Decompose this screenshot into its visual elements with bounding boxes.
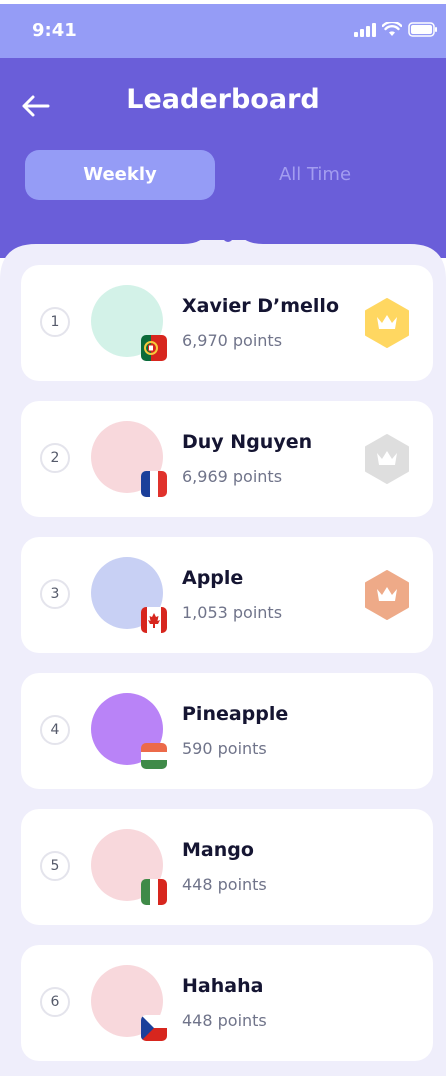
player-name: Apple — [182, 567, 244, 589]
rank-number: 4 — [40, 715, 70, 745]
player-points: 1,053 points — [182, 603, 283, 622]
status-bar: 9:41 — [0, 4, 446, 58]
signal-icon — [354, 22, 376, 37]
player-name: Pineapple — [182, 703, 289, 725]
leaderboard-screen: 9:41 Leaderboard Weekly All Time 1 Xavie… — [0, 0, 446, 1076]
rank-number: 2 — [40, 443, 70, 473]
silver-crown-badge-icon — [365, 434, 409, 484]
page-title: Leaderboard — [126, 84, 320, 115]
player-name: Hahaha — [182, 975, 264, 997]
rank-number: 5 — [40, 851, 70, 881]
leaderboard-row[interactable]: 1 Xavier D’mello 6,970 points — [21, 265, 433, 381]
czech-flag-icon — [141, 1015, 167, 1041]
player-name: Xavier D’mello — [182, 295, 339, 317]
canada-flag-icon — [141, 607, 167, 633]
tab-all-time[interactable]: All Time — [220, 150, 410, 200]
status-icons — [354, 22, 438, 37]
leaderboard-row[interactable]: 5 Mango 448 points — [21, 809, 433, 925]
player-name: Duy Nguyen — [182, 431, 313, 453]
player-name: Mango — [182, 839, 254, 861]
header: Leaderboard Weekly All Time — [0, 58, 446, 258]
leaderboard-row[interactable]: 4 Pineapple 590 points — [21, 673, 433, 789]
panel-indicator-dot — [223, 232, 233, 242]
leaderboard-row[interactable]: 6 Hahaha 448 points — [21, 945, 433, 1061]
player-points: 448 points — [182, 1011, 267, 1030]
italy-flag-icon — [141, 879, 167, 905]
bronze-crown-badge-icon — [365, 570, 409, 620]
gold-crown-badge-icon — [365, 298, 409, 348]
leaderboard-row[interactable]: 2 Duy Nguyen 6,969 points — [21, 401, 433, 517]
leaderboard-panel: 1 Xavier D’mello 6,970 points 2 Duy Nguy… — [0, 232, 446, 1076]
player-points: 590 points — [182, 739, 267, 758]
france-flag-icon — [141, 471, 167, 497]
hungary-flag-icon — [141, 743, 167, 769]
rank-number: 1 — [40, 307, 70, 337]
wifi-icon — [382, 22, 402, 36]
player-points: 6,969 points — [182, 467, 283, 486]
status-time: 9:41 — [32, 20, 77, 41]
rank-number: 3 — [40, 579, 70, 609]
rank-number: 6 — [40, 987, 70, 1017]
player-points: 6,970 points — [182, 331, 283, 350]
player-points: 448 points — [182, 875, 267, 894]
portugal-flag-icon — [141, 335, 167, 361]
battery-icon — [408, 22, 437, 37]
leaderboard-row[interactable]: 3 Apple 1,053 points — [21, 537, 433, 653]
tab-weekly[interactable]: Weekly — [25, 150, 215, 200]
